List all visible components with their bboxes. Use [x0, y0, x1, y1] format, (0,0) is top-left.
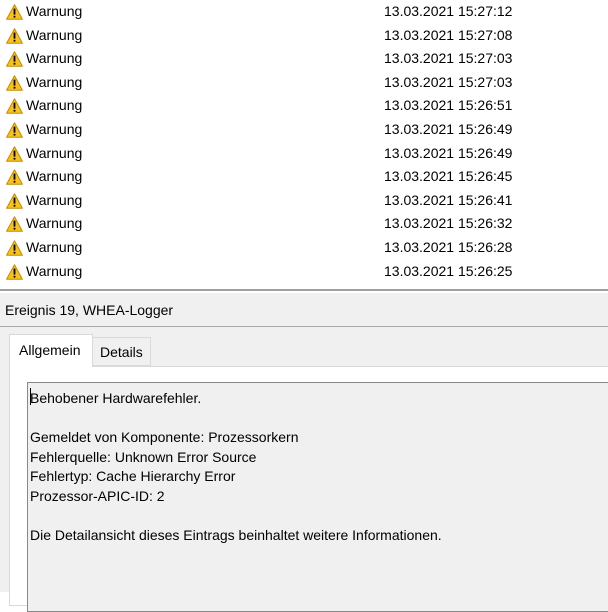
warning-icon: [6, 145, 23, 162]
description-line: Behobener Hardwarefehler.: [30, 390, 202, 406]
event-level: Warnung: [26, 215, 83, 232]
warning-icon: [6, 27, 23, 44]
event-level: Warnung: [26, 97, 83, 114]
event-row[interactable]: Warnung 13.03.2021 15:26:41: [0, 189, 608, 213]
event-description-textbox[interactable]: Behobener Hardwarefehler. Gemeldet von K…: [27, 382, 608, 612]
event-row[interactable]: Warnung 13.03.2021 15:27:03: [0, 71, 608, 95]
event-level: Warnung: [26, 191, 83, 208]
event-level: Warnung: [26, 3, 83, 19]
event-datetime: 13.03.2021 15:26:51: [384, 97, 513, 114]
warning-icon: [6, 98, 23, 115]
warning-icon: [6, 4, 23, 20]
event-row[interactable]: Warnung 13.03.2021 15:26:49: [0, 142, 608, 166]
event-level: Warnung: [26, 120, 83, 137]
tab-general[interactable]: Allgemein: [9, 334, 93, 367]
warning-icon: [6, 216, 23, 233]
event-datetime: 13.03.2021 15:26:49: [384, 120, 513, 137]
event-row[interactable]: Warnung 13.03.2021 15:27:12: [0, 0, 608, 24]
tab-details-label: Details: [100, 344, 143, 360]
tab-details[interactable]: Details: [93, 337, 151, 366]
description-line: Fehlerquelle: Unknown Error Source: [30, 448, 257, 465]
event-datetime: 13.03.2021 15:26:32: [384, 215, 513, 232]
description-line: Prozessor-APIC-ID: 2: [30, 487, 165, 504]
description-line: Die Detailansicht dieses Eintrags beinha…: [30, 527, 442, 544]
event-row[interactable]: Warnung 13.03.2021 15:26:51: [0, 94, 608, 118]
event-level: Warnung: [26, 26, 83, 43]
warning-icon: [6, 51, 23, 67]
event-level: Warnung: [26, 144, 83, 161]
event-datetime: 13.03.2021 15:26:41: [384, 191, 513, 208]
event-row[interactable]: Warnung 13.03.2021 15:26:28: [0, 236, 608, 260]
tab-general-label: Allgemein: [19, 342, 81, 358]
event-row[interactable]: Warnung 13.03.2021 15:26:49: [0, 118, 608, 142]
event-row[interactable]: Warnung 13.03.2021 15:26:25: [0, 260, 608, 284]
event-level: Warnung: [26, 238, 83, 255]
event-row[interactable]: Warnung 13.03.2021 15:26:45: [0, 165, 608, 189]
warning-icon: [6, 240, 23, 256]
event-datetime: 13.03.2021 15:26:28: [384, 238, 513, 255]
event-datetime: 13.03.2021 15:26:45: [384, 168, 513, 185]
warning-icon: [6, 122, 23, 138]
warning-icon: [6, 263, 23, 280]
description-line: Gemeldet von Komponente: Prozessorkern: [30, 429, 299, 446]
event-datetime: 13.03.2021 15:27:12: [384, 3, 513, 19]
event-level: Warnung: [26, 50, 83, 67]
warning-icon: [6, 193, 23, 209]
event-datetime: 13.03.2021 15:27:08: [384, 26, 513, 43]
event-level: Warnung: [26, 168, 83, 185]
event-datetime: 13.03.2021 15:27:03: [384, 73, 513, 90]
event-detail-title: Ereignis 19, WHEA-Logger: [0, 293, 608, 327]
warning-icon: [6, 75, 23, 91]
event-datetime: 13.03.2021 15:26:49: [384, 144, 513, 161]
event-list: Warnung 13.03.2021 15:27:12 Warnung 13.03.2…: [0, 0, 608, 289]
event-row[interactable]: Warnung 13.03.2021 15:26:32: [0, 212, 608, 236]
event-datetime: 13.03.2021 15:27:03: [384, 50, 513, 67]
warning-icon: [6, 169, 23, 185]
text-caret: [30, 388, 31, 405]
event-row[interactable]: Warnung 13.03.2021 15:27:08: [0, 24, 608, 48]
event-level: Warnung: [26, 262, 83, 279]
description-line: Fehlertyp: Cache Hierarchy Error: [30, 468, 236, 485]
event-datetime: 13.03.2021 15:26:25: [384, 262, 513, 279]
event-row[interactable]: Warnung 13.03.2021 15:27:03: [0, 47, 608, 71]
event-level: Warnung: [26, 73, 83, 90]
